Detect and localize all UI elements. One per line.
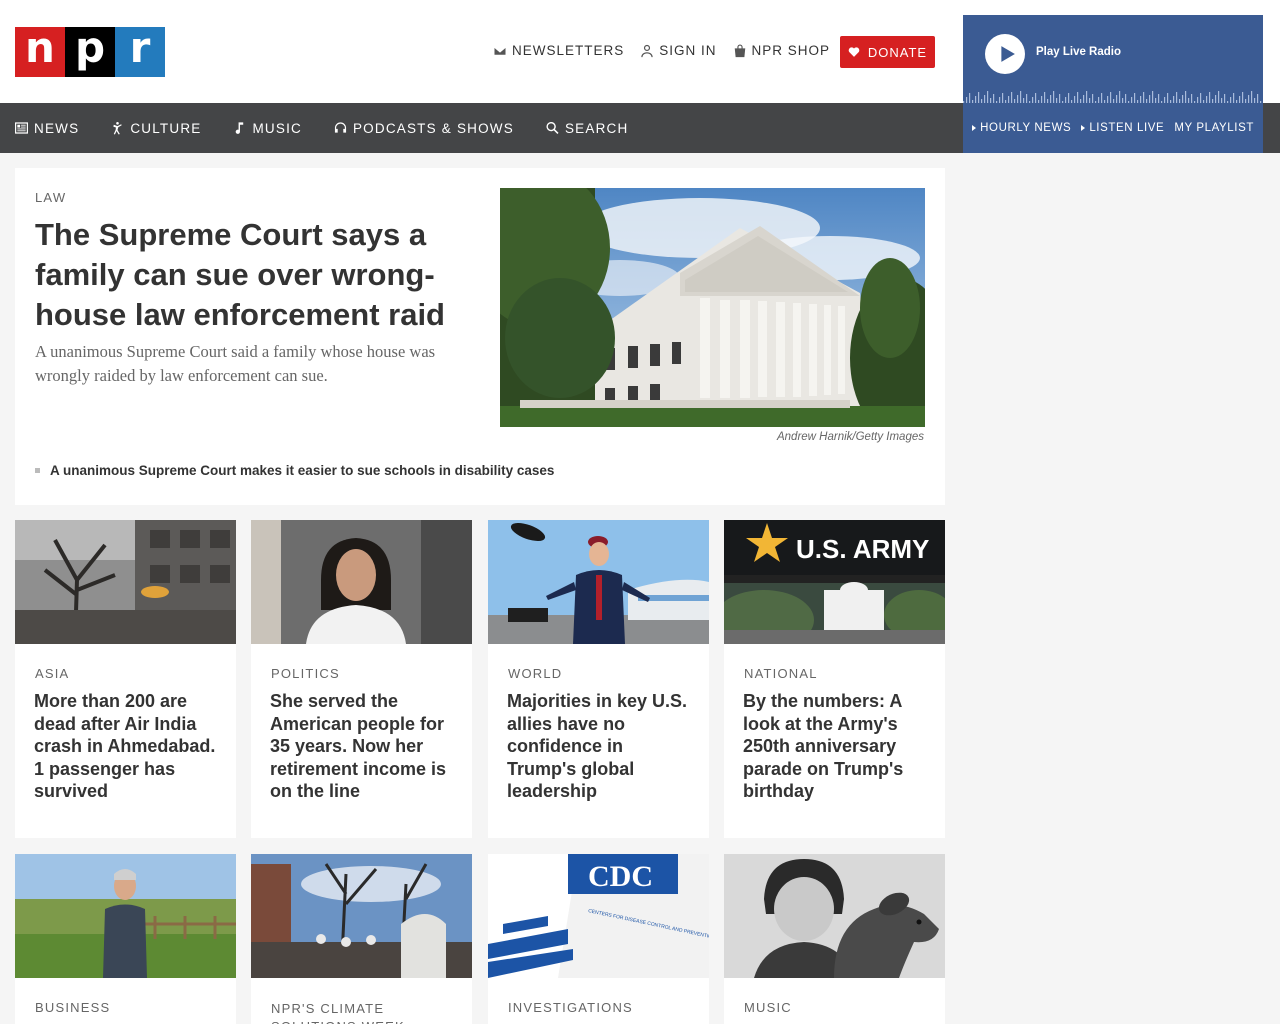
heart-icon — [848, 47, 860, 57]
nav-search-label: SEARCH — [564, 120, 629, 136]
logo-letter-r: r — [115, 27, 165, 77]
story-image-man-in-field[interactable] — [15, 854, 236, 978]
story-image-cdc-sign[interactable]: CDC CENTERS FOR DISEASE CONTROL AND PREV… — [488, 854, 709, 978]
cdc-logo-text: CDC — [588, 860, 653, 893]
story-card: CDC CENTERS FOR DISEASE CONTROL AND PREV… — [488, 854, 709, 1024]
story-headline[interactable]: More than 200 are dead after Air India c… — [34, 690, 219, 803]
listen-live-link[interactable]: LISTEN LIVE — [1081, 118, 1164, 138]
npr-shop-link[interactable]: NPR SHOP — [733, 43, 831, 58]
featured-related-link[interactable]: A unanimous Supreme Court makes it easie… — [35, 463, 554, 478]
story-slug[interactable]: ASIA — [35, 666, 69, 681]
play-live-radio-label[interactable]: Play Live Radio — [1036, 46, 1121, 58]
story-slug[interactable]: NPR'S CLIMATE SOLUTIONS WEEK — [271, 1000, 456, 1024]
story-card: WORLD Majorities in key U.S. allies have… — [488, 520, 709, 838]
nav-bar-extension — [1263, 103, 1280, 153]
shopping-bag-icon — [734, 43, 745, 57]
featured-image-credit: Andrew Harnik/Getty Images — [776, 431, 924, 443]
nav-music-label: MUSIC — [252, 120, 302, 136]
nav-search[interactable]: SEARCH — [546, 121, 628, 136]
story-image-fire-ruins[interactable] — [251, 854, 472, 978]
play-triangle-icon — [972, 125, 977, 131]
story-card: NPR'S CLIMATE SOLUTIONS WEEK — [251, 854, 472, 1024]
featured-headline[interactable]: The Supreme Court says a family can sue … — [35, 215, 475, 335]
featured-related-label: A unanimous Supreme Court makes it easie… — [50, 463, 555, 478]
nav-culture[interactable]: CULTURE — [111, 121, 201, 136]
music-note-icon — [236, 122, 244, 134]
featured-image-supreme-court[interactable] — [500, 188, 925, 427]
story-image-retiree-portrait[interactable] — [251, 520, 472, 644]
story-card: ASIA More than 200 are dead after Air In… — [15, 520, 236, 838]
story-image-trump-airfield[interactable] — [488, 520, 709, 644]
story-image-air-india-crash[interactable] — [15, 520, 236, 644]
story-slug[interactable]: WORLD — [508, 666, 562, 681]
story-slug[interactable]: MUSIC — [744, 1000, 792, 1015]
nav-culture-label: CULTURE — [130, 120, 202, 136]
listen-live-label: LISTEN LIVE — [1089, 122, 1165, 134]
story-image-musician-with-dog[interactable] — [724, 854, 945, 978]
story-headline[interactable]: She served the American people for 35 ye… — [270, 690, 455, 803]
logo-letter-n: n — [15, 27, 65, 77]
culture-icon — [113, 121, 122, 135]
story-card: BUSINESS — [15, 854, 236, 1024]
utility-links: NEWSLETTERS SIGN IN NPR SHOP — [493, 43, 830, 58]
sign-in-link[interactable]: SIGN IN — [640, 43, 716, 58]
donate-label: DONATE — [867, 44, 928, 60]
npr-shop-label: NPR SHOP — [751, 43, 831, 58]
main-navigation: NEWS CULTURE MUSIC PODCASTS & SHOWS SEAR… — [0, 103, 963, 153]
story-slug[interactable]: NATIONAL — [744, 666, 818, 681]
nav-podcasts-shows-label: PODCASTS & SHOWS — [352, 120, 514, 136]
story-slug[interactable]: POLITICS — [271, 666, 340, 681]
story-image-army-parade[interactable]: U.S. ARMY — [724, 520, 945, 644]
audio-waveform-decoration — [963, 91, 1262, 103]
story-slug[interactable]: BUSINESS — [35, 1000, 110, 1015]
hourly-news-label: HOURLY NEWS — [980, 122, 1072, 134]
nav-news[interactable]: NEWS — [15, 121, 79, 136]
story-card: U.S. ARMY NATIONAL By the numbers: A loo… — [724, 520, 945, 838]
headphones-icon — [334, 122, 347, 133]
newsletters-link[interactable]: NEWSLETTERS — [493, 43, 624, 58]
featured-story: LAW The Supreme Court says a family can … — [15, 168, 945, 505]
user-icon — [641, 44, 653, 57]
envelope-icon — [493, 45, 507, 56]
hourly-news-link[interactable]: HOURLY NEWS — [972, 118, 1071, 138]
my-playlist-link[interactable]: MY PLAYLIST — [1174, 118, 1254, 138]
sign-in-label: SIGN IN — [659, 43, 717, 58]
live-radio-player: Play Live Radio HOURLY NEWS LISTEN LIVE … — [963, 15, 1263, 153]
player-links: HOURLY NEWS LISTEN LIVE MY PLAYLIST — [963, 118, 1263, 138]
my-playlist-label: MY PLAYLIST — [1174, 122, 1254, 134]
story-headline[interactable]: By the numbers: A look at the Army's 250… — [743, 690, 928, 803]
bullet-square-icon — [35, 468, 40, 473]
story-card: MUSIC — [724, 854, 945, 1024]
newsletters-label: NEWSLETTERS — [512, 43, 625, 58]
story-card: POLITICS She served the American people … — [251, 520, 472, 838]
featured-slug[interactable]: LAW — [35, 190, 66, 205]
story-headline[interactable]: Majorities in key U.S. allies have no co… — [507, 690, 692, 803]
play-live-radio-button[interactable] — [985, 34, 1025, 74]
army-banner-text: U.S. ARMY — [796, 534, 929, 564]
play-triangle-icon — [1081, 125, 1086, 131]
npr-logo[interactable]: n p r — [15, 27, 165, 77]
nav-news-label: NEWS — [34, 120, 80, 136]
story-slug[interactable]: INVESTIGATIONS — [508, 1000, 633, 1015]
donate-button[interactable]: DONATE — [840, 36, 935, 68]
search-icon — [546, 121, 559, 135]
logo-letter-p: p — [65, 27, 115, 77]
nav-music[interactable]: MUSIC — [233, 121, 302, 136]
featured-teaser: A unanimous Supreme Court said a family … — [35, 342, 436, 385]
nav-podcasts-shows[interactable]: PODCASTS & SHOWS — [334, 121, 514, 136]
news-icon — [15, 122, 28, 134]
play-icon — [1000, 46, 1015, 62]
